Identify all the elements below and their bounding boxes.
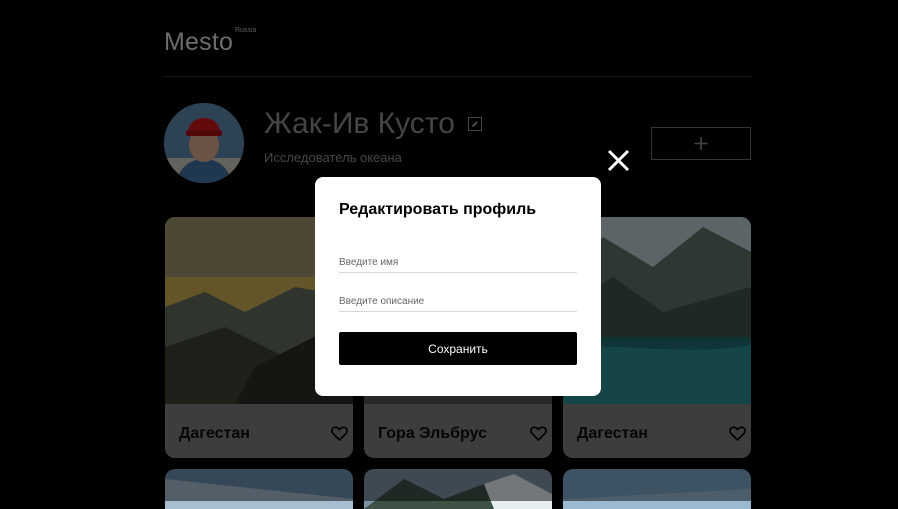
popup-title: Редактировать профиль — [339, 201, 537, 218]
name-input[interactable] — [339, 252, 577, 273]
about-input[interactable] — [339, 291, 577, 312]
save-button[interactable]: Сохранить — [339, 332, 577, 365]
close-button[interactable] — [605, 147, 632, 174]
close-icon — [607, 149, 630, 172]
edit-profile-popup: Редактировать профиль Сохранить — [315, 177, 601, 396]
